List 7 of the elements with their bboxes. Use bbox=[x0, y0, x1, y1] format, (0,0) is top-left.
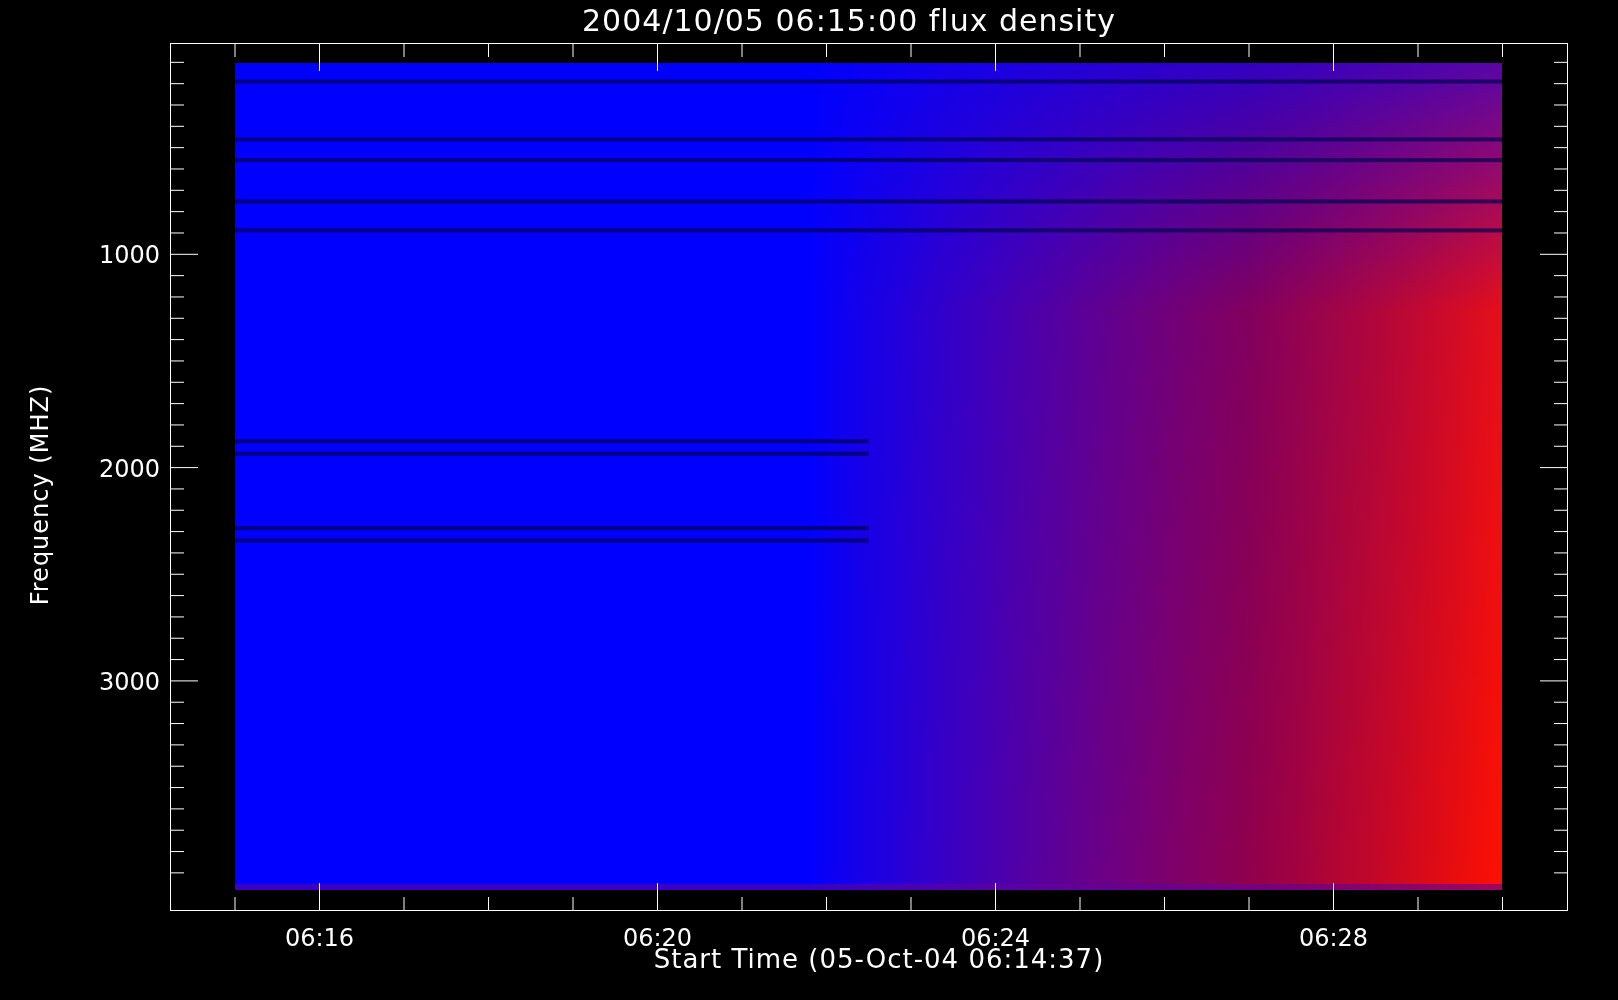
tick-label: 3000 bbox=[98, 667, 160, 696]
tick-label: 1000 bbox=[98, 241, 160, 270]
tick-label: 06:28 bbox=[1298, 924, 1369, 950]
plot-title: 2004/10/05 06:15:00 flux density bbox=[582, 2, 1116, 38]
tick-label: 2000 bbox=[98, 454, 160, 483]
tick-label: 06:16 bbox=[284, 924, 355, 950]
y-axis-label: Frequency (MHZ) bbox=[26, 384, 54, 606]
